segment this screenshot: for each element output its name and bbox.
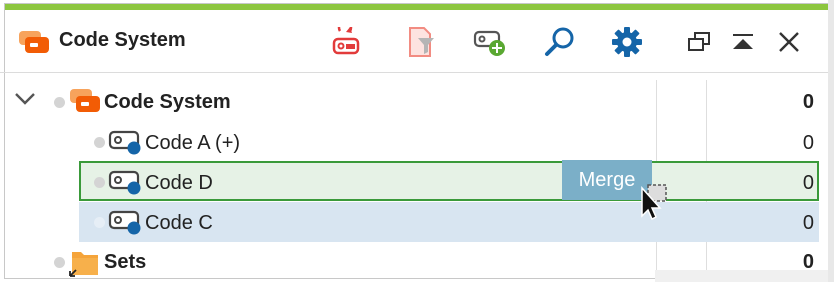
collapse-icon[interactable]	[725, 24, 761, 60]
remove-codes-icon[interactable]	[329, 24, 365, 60]
tree-row-code-c[interactable]: Code C 0	[0, 202, 826, 242]
code-count: 0	[802, 172, 814, 194]
code-label: Code C	[145, 212, 213, 234]
code-system-icon	[17, 30, 51, 54]
header-divider	[0, 72, 834, 73]
code-icon	[108, 170, 142, 201]
code-icon	[108, 130, 142, 161]
panel-bottom-edge	[655, 270, 834, 282]
new-code-icon[interactable]	[471, 24, 507, 60]
tree-row-root[interactable]: Code System 0	[0, 82, 826, 122]
chevron-down-icon[interactable]	[14, 92, 36, 111]
status-dot	[94, 177, 105, 188]
settings-icon[interactable]	[609, 24, 645, 60]
status-dot	[54, 97, 65, 108]
folder-icon	[68, 248, 102, 283]
panel-title: Code System	[59, 29, 186, 51]
tree-row-code-d[interactable]: Code D 0	[0, 162, 826, 202]
undock-icon[interactable]	[681, 24, 717, 60]
filter-document-icon[interactable]	[403, 24, 439, 60]
tree-row-code-a[interactable]: Code A (+) 0	[0, 122, 826, 162]
code-count: 0	[802, 91, 814, 113]
search-icon[interactable]	[542, 24, 578, 60]
code-count: 0	[802, 132, 814, 154]
close-icon[interactable]	[771, 24, 807, 60]
status-dot	[94, 217, 105, 228]
status-dot	[54, 257, 65, 268]
code-icon	[108, 210, 142, 241]
window-edge	[828, 0, 834, 282]
status-dot	[94, 137, 105, 148]
code-system-icon	[68, 88, 102, 119]
code-count: 0	[802, 212, 814, 234]
panel-header: Code System	[5, 10, 829, 68]
code-label: Code D	[145, 172, 213, 194]
drag-cursor-icon	[636, 182, 670, 227]
code-label: Code A (+)	[145, 132, 241, 154]
tree-root-label: Code System	[104, 91, 231, 113]
code-tree: Code System 0 Code A (+) 0 Code D 0 Code…	[0, 80, 834, 280]
sets-label: Sets	[104, 251, 147, 273]
